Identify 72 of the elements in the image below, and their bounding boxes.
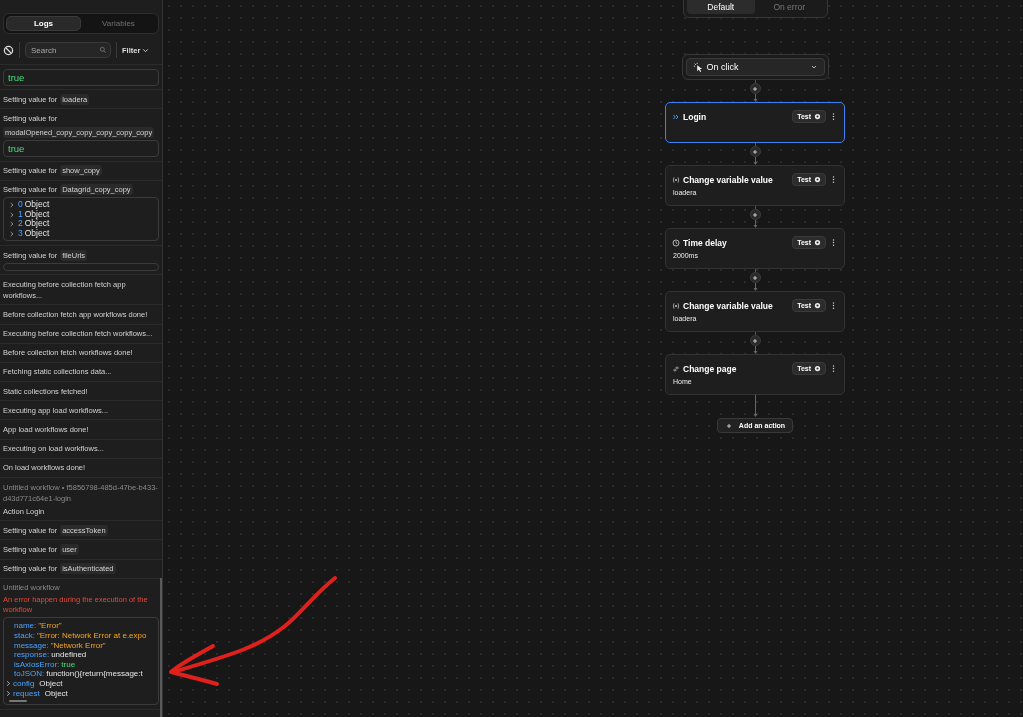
action-title: Change variable value bbox=[683, 174, 774, 185]
property-value: undefined bbox=[51, 650, 87, 660]
action-title: Change page bbox=[683, 363, 738, 374]
property-value: "Error" bbox=[38, 621, 62, 631]
property-key: isAxiosError: bbox=[14, 659, 60, 670]
plus-icon bbox=[751, 147, 759, 156]
property-value: "Error: Network Error at e.expo bbox=[36, 630, 147, 641]
tree-key: 1 bbox=[18, 209, 23, 220]
plus-icon bbox=[724, 421, 733, 430]
panel-tab[interactable]: Logs bbox=[6, 16, 81, 31]
property-key: toJSON: bbox=[14, 669, 45, 679]
action-title: Login bbox=[683, 111, 708, 122]
action-title: Change variable value bbox=[683, 300, 774, 311]
action-title: Time delay bbox=[683, 237, 728, 248]
run-icon bbox=[814, 302, 821, 309]
value-box: true bbox=[3, 139, 159, 157]
tree-key: 0 bbox=[18, 200, 23, 210]
panel-tab[interactable]: Variables bbox=[81, 16, 156, 31]
tree-key: 3 bbox=[18, 228, 23, 239]
property-key: message: bbox=[14, 640, 49, 651]
expand-caret-icon[interactable] bbox=[4, 679, 13, 689]
property-value: function(){return{message:t bbox=[46, 669, 143, 679]
tree-key: 2 bbox=[18, 219, 23, 229]
tree-value: Object bbox=[24, 200, 50, 210]
property-key: config bbox=[13, 678, 35, 689]
link-icon bbox=[672, 364, 680, 373]
cursor-click-icon bbox=[692, 62, 703, 72]
property-key: request bbox=[13, 688, 40, 699]
connector-arrow bbox=[752, 395, 758, 418]
tree-value: Object bbox=[24, 219, 50, 229]
add-step-button[interactable] bbox=[749, 272, 761, 283]
tree-value: Object bbox=[24, 209, 50, 220]
search-field[interactable]: Search bbox=[25, 42, 111, 58]
property-key: response: bbox=[14, 650, 50, 660]
add-step-button[interactable] bbox=[749, 146, 761, 157]
variable-icon bbox=[672, 301, 680, 310]
search-icon bbox=[99, 46, 107, 54]
clear-logs-icon[interactable] bbox=[3, 44, 14, 56]
add-step-button[interactable] bbox=[749, 83, 761, 94]
property-key: name: bbox=[14, 621, 37, 631]
chevron-down-icon bbox=[809, 63, 818, 71]
connector-arrow bbox=[752, 94, 758, 102]
chevrons-right-icon bbox=[672, 112, 680, 121]
value-box: true bbox=[3, 68, 159, 86]
scrollbar-thumb[interactable] bbox=[160, 578, 162, 717]
variable-icon bbox=[672, 175, 680, 184]
plus-icon bbox=[751, 336, 759, 345]
tree-value: Object bbox=[24, 228, 50, 239]
run-icon bbox=[814, 113, 821, 120]
expand-caret-icon[interactable] bbox=[4, 688, 13, 698]
connector-arrow bbox=[752, 346, 758, 354]
plus-icon bbox=[751, 273, 759, 282]
plus-icon bbox=[751, 210, 759, 219]
connector-arrow bbox=[752, 283, 758, 291]
property-value: Object bbox=[39, 678, 63, 689]
connector-arrow bbox=[752, 157, 758, 165]
mode-tab[interactable]: On error bbox=[755, 0, 824, 14]
run-icon bbox=[814, 365, 821, 372]
property-value: Object bbox=[44, 688, 68, 699]
trigger-select[interactable]: On click bbox=[685, 58, 825, 76]
property-key: stack: bbox=[14, 630, 35, 641]
mode-tab[interactable]: Default bbox=[686, 0, 755, 14]
scrollbar-thumb[interactable] bbox=[9, 700, 27, 703]
add-step-button[interactable] bbox=[749, 209, 761, 220]
plus-icon bbox=[751, 84, 759, 93]
property-value: true bbox=[61, 659, 76, 670]
run-icon bbox=[814, 176, 821, 183]
add-step-button[interactable] bbox=[749, 335, 761, 346]
clock-icon bbox=[672, 238, 680, 247]
connector-arrow bbox=[752, 220, 758, 228]
run-icon bbox=[814, 239, 821, 246]
property-value: "Network Error" bbox=[50, 640, 106, 651]
